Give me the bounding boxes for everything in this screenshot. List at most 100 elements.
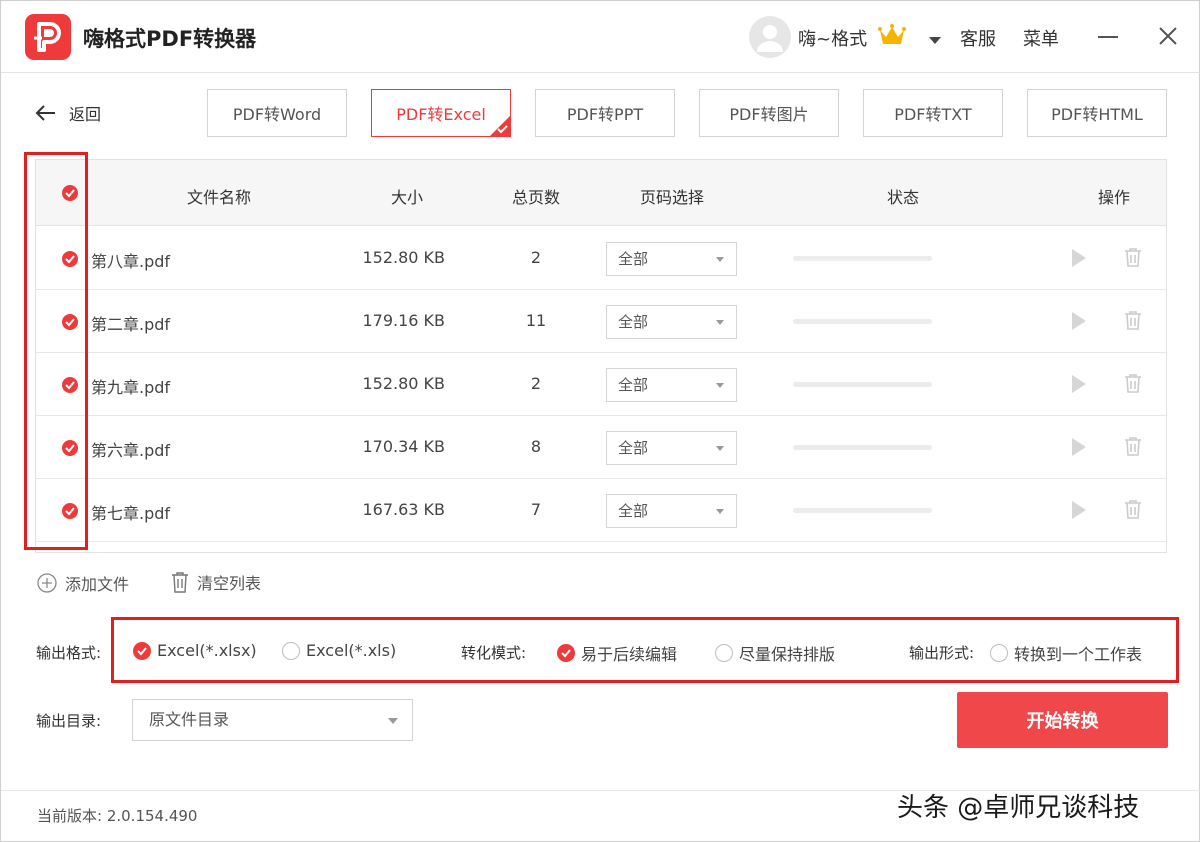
back-button[interactable]: 返回 bbox=[35, 101, 101, 125]
status-progress-bar bbox=[793, 508, 932, 513]
page-range-select[interactable]: 全部 bbox=[606, 368, 737, 402]
trash-icon[interactable] bbox=[1124, 499, 1142, 519]
tab-pdf-to-image[interactable]: PDF转图片 bbox=[699, 89, 839, 137]
header-pages: 总页数 bbox=[511, 188, 561, 207]
chevron-down-icon bbox=[716, 257, 724, 262]
arrow-left-icon bbox=[35, 105, 55, 121]
play-icon[interactable] bbox=[1071, 374, 1087, 394]
plus-circle-icon bbox=[37, 573, 57, 593]
tab-label: PDF转HTML bbox=[1051, 105, 1143, 124]
file-name: 第九章.pdf bbox=[91, 378, 171, 397]
output-dir-select[interactable]: 原文件目录 bbox=[132, 699, 413, 741]
radio-checked-icon bbox=[557, 644, 575, 662]
page-range-value: 全部 bbox=[618, 376, 649, 394]
page-range-value: 全部 bbox=[618, 250, 649, 268]
play-icon[interactable] bbox=[1071, 248, 1087, 268]
tab-label: PDF转TXT bbox=[894, 105, 972, 124]
app-window: 嗨格式PDF转换器 嗨~格式 客服 菜单 返回 PDF转Word PDF转Exc… bbox=[0, 0, 1200, 842]
add-file-label: 添加文件 bbox=[65, 575, 130, 594]
status-progress-bar bbox=[793, 382, 932, 387]
user-avatar[interactable] bbox=[749, 16, 791, 58]
table-row: 第六章.pdf 170.34 KB 8 全部 bbox=[36, 416, 1166, 479]
table-header: 文件名称 大小 总页数 页码选择 状态 操作 bbox=[36, 160, 1166, 226]
radio-unchecked-icon bbox=[990, 644, 1008, 662]
page-range-select[interactable]: 全部 bbox=[606, 494, 737, 528]
trash-icon[interactable] bbox=[1124, 247, 1142, 267]
menu-link[interactable]: 菜单 bbox=[1023, 25, 1059, 51]
file-name: 第七章.pdf bbox=[91, 504, 171, 523]
add-file-button[interactable]: 添加文件 bbox=[37, 571, 129, 595]
mode-edit-label: 易于后续编辑 bbox=[581, 645, 678, 664]
single-sheet-radio[interactable]: 转换到一个工作表 bbox=[990, 641, 1142, 665]
clear-list-button[interactable]: 清空列表 bbox=[171, 570, 261, 594]
play-icon[interactable] bbox=[1071, 311, 1087, 331]
minimize-button[interactable] bbox=[1098, 36, 1118, 38]
tab-label: PDF转图片 bbox=[729, 105, 809, 124]
tab-pdf-to-txt[interactable]: PDF转TXT bbox=[863, 89, 1003, 137]
tab-label: PDF转Word bbox=[232, 105, 322, 124]
user-dropdown-icon[interactable] bbox=[928, 31, 942, 50]
checkmark-icon bbox=[497, 125, 508, 134]
trash-icon bbox=[172, 572, 188, 593]
header-actions: 操作 bbox=[1097, 188, 1131, 207]
app-logo-icon bbox=[25, 14, 71, 60]
tab-pdf-to-html[interactable]: PDF转HTML bbox=[1027, 89, 1167, 137]
format-xls-label: Excel(*.xls) bbox=[306, 641, 397, 660]
checkbox-column-highlight bbox=[24, 152, 88, 550]
chevron-down-icon bbox=[716, 383, 724, 388]
page-range-value: 全部 bbox=[618, 502, 649, 520]
close-icon[interactable] bbox=[1157, 25, 1179, 47]
page-range-value: 全部 bbox=[618, 313, 649, 331]
table-row: 第七章.pdf 167.63 KB 7 全部 bbox=[36, 479, 1166, 542]
file-table: 文件名称 大小 总页数 页码选择 状态 操作 第八章.pdf 152.80 KB… bbox=[35, 159, 1167, 553]
chevron-down-icon bbox=[388, 718, 398, 724]
page-count: 2 bbox=[530, 248, 542, 267]
header-filename: 文件名称 bbox=[186, 188, 252, 207]
file-size: 152.80 KB bbox=[362, 248, 445, 267]
tab-label: PDF转Excel bbox=[396, 105, 486, 124]
page-count: 8 bbox=[530, 437, 542, 456]
mode-layout-label: 尽量保持排版 bbox=[739, 645, 836, 664]
file-size: 170.34 KB bbox=[362, 437, 445, 456]
trash-icon[interactable] bbox=[1124, 373, 1142, 393]
page-count: 11 bbox=[525, 311, 547, 330]
tab-label: PDF转PPT bbox=[566, 105, 644, 124]
radio-checked-icon bbox=[133, 641, 151, 660]
radio-unchecked-icon bbox=[282, 641, 300, 660]
trash-icon[interactable] bbox=[1124, 436, 1142, 456]
page-count: 2 bbox=[530, 374, 542, 393]
mode-layout-radio[interactable]: 尽量保持排版 bbox=[715, 641, 835, 665]
page-range-value: 全部 bbox=[618, 439, 649, 457]
output-format-label: 输出格式: bbox=[36, 644, 102, 662]
file-name: 第六章.pdf bbox=[91, 441, 171, 460]
page-range-select[interactable]: 全部 bbox=[606, 431, 737, 465]
format-xlsx-radio[interactable]: Excel(*.xlsx) bbox=[133, 641, 257, 660]
single-sheet-label: 转换到一个工作表 bbox=[1014, 645, 1143, 664]
username[interactable]: 嗨~格式 bbox=[798, 25, 867, 51]
page-count: 7 bbox=[530, 500, 542, 519]
start-convert-button[interactable]: 开始转换 bbox=[957, 692, 1168, 748]
status-progress-bar bbox=[793, 319, 932, 324]
tab-pdf-to-excel[interactable]: PDF转Excel bbox=[371, 89, 511, 137]
title-bar: 嗨格式PDF转换器 嗨~格式 客服 菜单 bbox=[1, 1, 1200, 73]
play-icon[interactable] bbox=[1071, 437, 1087, 457]
mode-edit-radio[interactable]: 易于后续编辑 bbox=[557, 641, 677, 665]
clear-list-label: 清空列表 bbox=[197, 574, 262, 593]
format-xls-radio[interactable]: Excel(*.xls) bbox=[282, 641, 396, 660]
output-dir-label: 输出目录: bbox=[36, 712, 102, 730]
tab-pdf-to-word[interactable]: PDF转Word bbox=[207, 89, 347, 137]
customer-service-link[interactable]: 客服 bbox=[960, 25, 996, 51]
output-form-label: 输出形式: bbox=[909, 644, 975, 662]
page-range-select[interactable]: 全部 bbox=[606, 305, 737, 339]
file-name: 第八章.pdf bbox=[91, 252, 171, 271]
tab-pdf-to-ppt[interactable]: PDF转PPT bbox=[535, 89, 675, 137]
header-size: 大小 bbox=[390, 188, 424, 207]
radio-unchecked-icon bbox=[715, 644, 733, 662]
table-row: 第二章.pdf 179.16 KB 11 全部 bbox=[36, 290, 1166, 353]
play-icon[interactable] bbox=[1071, 500, 1087, 520]
chevron-down-icon bbox=[716, 446, 724, 451]
trash-icon[interactable] bbox=[1124, 310, 1142, 330]
watermark-text: 头条 @卓师兄谈科技 bbox=[897, 793, 1140, 823]
back-label: 返回 bbox=[69, 105, 102, 124]
page-range-select[interactable]: 全部 bbox=[606, 242, 737, 276]
